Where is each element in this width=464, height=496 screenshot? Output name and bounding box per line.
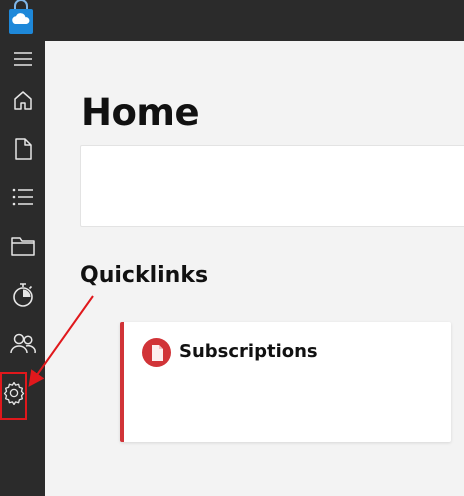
document-icon bbox=[142, 338, 171, 367]
stopwatch-icon bbox=[12, 283, 33, 307]
sidebar-item-users[interactable] bbox=[0, 324, 45, 364]
folder-icon bbox=[10, 237, 35, 256]
top-bar bbox=[0, 0, 464, 41]
quicklink-label: Subscriptions bbox=[179, 341, 318, 362]
people-icon bbox=[9, 333, 36, 354]
settings-highlight-box bbox=[0, 372, 27, 420]
home-icon bbox=[13, 91, 32, 110]
quicklink-subscriptions[interactable]: Subscriptions bbox=[120, 322, 451, 442]
sidebar-item-menu[interactable] bbox=[0, 39, 45, 79]
summary-card bbox=[80, 145, 464, 227]
hamburger-icon bbox=[13, 52, 32, 66]
quicklinks-title: Quicklinks bbox=[80, 263, 209, 288]
shopping-bag-cloud-icon[interactable] bbox=[6, 0, 36, 36]
document-icon bbox=[14, 138, 32, 160]
sidebar-item-home[interactable] bbox=[0, 80, 45, 120]
sidebar-item-folder[interactable] bbox=[0, 226, 45, 266]
sidebar-item-list[interactable] bbox=[0, 177, 45, 217]
page-title: Home bbox=[81, 91, 200, 134]
sidebar-item-documents[interactable] bbox=[0, 129, 45, 169]
list-icon bbox=[12, 188, 33, 206]
sidebar-item-timer[interactable] bbox=[0, 275, 45, 315]
sidebar bbox=[0, 41, 45, 496]
